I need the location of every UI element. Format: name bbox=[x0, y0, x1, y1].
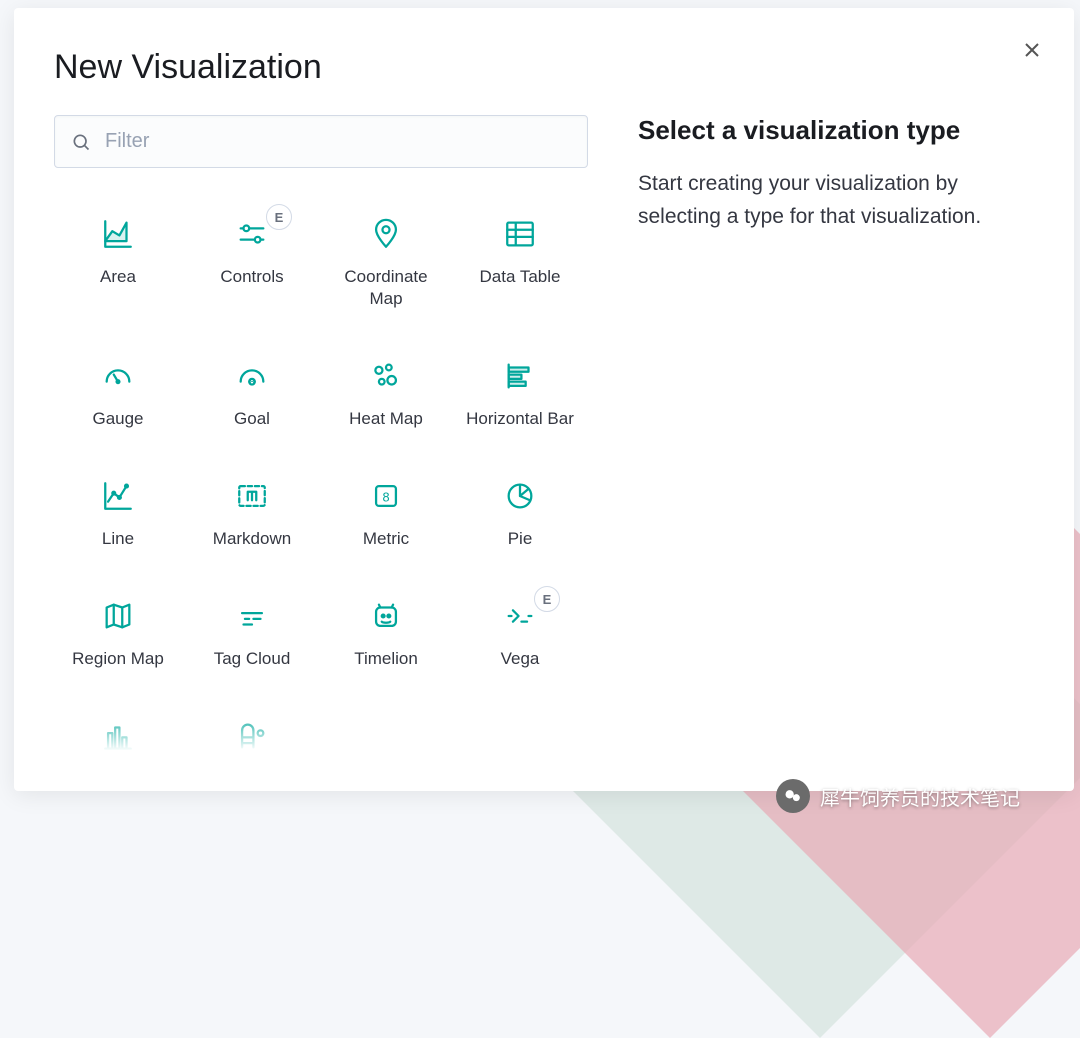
gauge-icon bbox=[100, 358, 136, 394]
new-visualization-modal: New Visualization Area Controls E Coordinat… bbox=[14, 8, 1074, 791]
viz-type-vega[interactable]: Vega E bbox=[456, 570, 584, 690]
tag-cloud-icon bbox=[234, 598, 270, 634]
filter-input[interactable] bbox=[105, 130, 571, 153]
viz-type-label: Pie bbox=[508, 528, 533, 550]
viz-type-label: Timelion bbox=[354, 648, 418, 670]
line-icon bbox=[100, 478, 136, 514]
viz-type-metric[interactable]: 8 Metric bbox=[322, 450, 450, 570]
viz-type-label: Controls bbox=[220, 266, 283, 288]
help-title: Select a visualization type bbox=[638, 115, 1034, 146]
viz-type-label: Goal bbox=[234, 408, 270, 430]
viz-type-vertical-bar[interactable]: Vertical Bar bbox=[54, 690, 182, 751]
vertical-bar-icon bbox=[100, 718, 136, 751]
viz-type-markdown[interactable]: Markdown bbox=[188, 450, 316, 570]
search-icon bbox=[71, 132, 91, 152]
heat-map-icon bbox=[368, 358, 404, 394]
filter-box[interactable] bbox=[54, 115, 588, 168]
timelion-icon bbox=[368, 598, 404, 634]
viz-type-area[interactable]: Area bbox=[54, 188, 182, 330]
viz-type-label: Tag Cloud bbox=[214, 648, 291, 670]
visualization-type-list[interactable]: Area Controls E Coordinate Map Data Table Gau… bbox=[54, 188, 588, 751]
viz-type-controls[interactable]: Controls E bbox=[188, 188, 316, 330]
region-map-icon bbox=[100, 598, 136, 634]
viz-type-label: Metric bbox=[363, 528, 409, 550]
markdown-icon bbox=[234, 478, 270, 514]
visualization-picker: Area Controls E Coordinate Map Data Table Gau… bbox=[54, 115, 588, 751]
viz-type-tag-cloud[interactable]: Tag Cloud bbox=[188, 570, 316, 690]
horizontal-bar-icon bbox=[502, 358, 538, 394]
viz-type-line[interactable]: Line bbox=[54, 450, 182, 570]
metric-icon: 8 bbox=[368, 478, 404, 514]
viz-type-label: Area bbox=[100, 266, 136, 288]
viz-type-label: Markdown bbox=[213, 528, 291, 550]
area-icon bbox=[100, 216, 136, 252]
viz-type-horizontal-bar[interactable]: Horizontal Bar bbox=[456, 330, 584, 450]
coordinate-map-icon bbox=[368, 216, 404, 252]
pie-icon bbox=[502, 478, 538, 514]
viz-type-coordinate-map[interactable]: Coordinate Map bbox=[322, 188, 450, 330]
viz-type-label: Gauge bbox=[92, 408, 143, 430]
viz-type-goal[interactable]: 8 Goal bbox=[188, 330, 316, 450]
viz-type-label: Coordinate Map bbox=[326, 266, 446, 310]
experimental-badge: E bbox=[534, 586, 560, 612]
viz-type-data-table[interactable]: Data Table bbox=[456, 188, 584, 330]
help-panel: Select a visualization type Start creati… bbox=[638, 115, 1034, 751]
viz-type-pie[interactable]: Pie bbox=[456, 450, 584, 570]
controls-icon bbox=[234, 216, 270, 252]
viz-type-label: Line bbox=[102, 528, 134, 550]
goal-icon: 8 bbox=[234, 358, 270, 394]
close-button[interactable] bbox=[1020, 38, 1044, 62]
viz-type-label: Region Map bbox=[72, 648, 164, 670]
viz-type-timelion[interactable]: Timelion bbox=[322, 570, 450, 690]
viz-type-gauge[interactable]: Gauge bbox=[54, 330, 182, 450]
visual-builder-icon bbox=[234, 718, 270, 751]
wechat-icon bbox=[776, 779, 810, 813]
viz-type-visual-builder[interactable]: Visual Builder bbox=[188, 690, 316, 751]
viz-type-label: Horizontal Bar bbox=[466, 408, 574, 430]
watermark: 犀牛饲养员的技术笔记 bbox=[776, 779, 1020, 813]
data-table-icon bbox=[502, 216, 538, 252]
modal-title: New Visualization bbox=[54, 48, 322, 87]
viz-type-label: Vega bbox=[501, 648, 540, 670]
vega-icon bbox=[502, 598, 538, 634]
watermark-text: 犀牛饲养员的技术笔记 bbox=[820, 782, 1020, 811]
viz-type-label: Heat Map bbox=[349, 408, 423, 430]
svg-text:8: 8 bbox=[382, 490, 389, 505]
experimental-badge: E bbox=[266, 204, 292, 230]
viz-type-heat-map[interactable]: Heat Map bbox=[322, 330, 450, 450]
viz-type-label: Data Table bbox=[480, 266, 561, 288]
close-icon bbox=[1020, 38, 1044, 62]
svg-text:8: 8 bbox=[250, 377, 255, 387]
help-description: Start creating your visualization by sel… bbox=[638, 168, 1034, 233]
viz-type-region-map[interactable]: Region Map bbox=[54, 570, 182, 690]
